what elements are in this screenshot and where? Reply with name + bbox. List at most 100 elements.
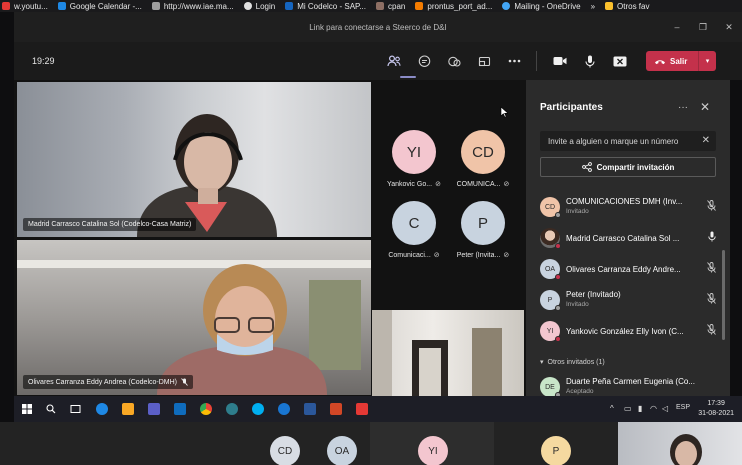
presence-indicator [555,212,561,218]
share-invitation-button[interactable]: Compartir invitación [540,157,716,177]
chat-button[interactable] [414,51,434,71]
skype-icon[interactable] [252,403,264,415]
rooms-button[interactable] [474,51,494,71]
bookmark-mi-codelco[interactable]: Mi Codelco - SAP... [285,2,366,11]
camera-icon [553,57,567,65]
microphone-muted-icon: ⊘ [503,181,510,188]
participant-row[interactable]: P Peter (Invitado) Invitado [536,285,722,316]
bookmark-youtube[interactable]: w.youtu... [2,2,48,11]
search-icon[interactable] [46,404,56,414]
microphone-button[interactable] [580,51,600,71]
chevron-up-icon[interactable]: ^ [610,404,614,413]
participant-tile-p[interactable]: P Peter (Invita... ⊘ [449,201,517,259]
invite-search-input[interactable]: Invite a alguien o marque un número ✕ [540,131,716,151]
participant-name: Duarte Peña Carmen Eugenia (Co... [566,377,695,386]
avatar[interactable]: YI [418,436,448,465]
participant-tile-cd[interactable]: CD COMUNICA... ⊘ [449,130,517,188]
network-icon[interactable]: ▭ [624,404,632,413]
leave-button[interactable]: Salir ▾ [646,51,716,71]
word-icon[interactable] [304,403,316,415]
avatar: CD [461,130,505,174]
reactions-button[interactable] [444,51,464,71]
outlook-icon[interactable] [174,403,186,415]
microphone-muted-icon: ⊘ [433,252,440,259]
video-tile-catalina[interactable]: Madrid Carrasco Catalina Sol (Codelco-Ca… [17,82,371,237]
participants-button[interactable] [384,51,404,71]
window-title: Link para conectarse a Steerco de D&I [309,22,447,32]
screen: w.youtu... Google Calendar -... http://w… [0,0,742,465]
acrobat-icon[interactable] [356,403,368,415]
windows-start-icon[interactable] [22,404,32,414]
wifi-icon[interactable]: ◠ [650,404,657,413]
cloud-favicon-icon [502,2,511,10]
share-screen-button[interactable] [610,51,630,71]
bookmark-cpan[interactable]: cpan [376,2,405,11]
participants-active-indicator [400,76,416,78]
avatar[interactable]: CD [270,436,300,465]
meeting-toolbar: 19:29 Salir ▾ [14,42,742,80]
rooms-icon [478,56,490,66]
volume-icon[interactable]: ◁ [662,404,668,413]
edge-icon[interactable] [96,403,108,415]
participant-name: Yankovic González Elly Ivon (C... [566,327,684,336]
tile-name: Comunicaci... ⊘ [388,251,440,260]
internet-explorer-icon[interactable] [278,403,290,415]
chat-icon [418,54,430,67]
tile-name: Peter (Invita... ⊘ [456,251,510,260]
ellipsis-icon [508,59,520,63]
bookmark-google-calendar[interactable]: Google Calendar -... [57,2,142,11]
camera-button[interactable] [550,51,570,71]
participant-tile-yi[interactable]: YI Yankovic Go... ⊘ [380,130,448,188]
avatar[interactable]: OA [327,436,357,465]
file-explorer-icon[interactable] [122,403,134,415]
presence-indicator [555,336,561,342]
microphone-muted-icon [707,200,716,211]
clear-input-icon[interactable]: ✕ [702,135,710,146]
app-icon[interactable] [226,403,238,415]
hang-up-icon [655,60,665,65]
bookmarks-overflow-button[interactable]: » [591,2,595,11]
panel-close-button[interactable]: ✕ [700,100,710,114]
bookmark-onedrive[interactable]: Mailing - OneDrive [502,2,581,11]
language-indicator[interactable]: ESP [676,404,690,411]
microphone-muted-icon: ⊘ [435,181,441,188]
panel-more-button[interactable]: ··· [678,102,688,113]
tile-name: COMUNICA... ⊘ [456,180,510,189]
participant-row[interactable]: OA Olivares Carranza Eddy Andre... [536,254,722,285]
bookmark-favicon-icon [2,2,10,10]
more-actions-button[interactable] [504,51,524,71]
self-preview-video[interactable] [372,310,524,396]
participant-row[interactable]: YI Yankovic González Elly Ivon (C... [536,316,722,347]
bookmark-other-favorites[interactable]: Otros fav [605,2,649,11]
panel-title: Participantes [540,102,603,113]
battery-icon[interactable]: ▮ [638,404,642,413]
participant-name: Madrid Carrasco Catalina Sol ... [566,234,680,243]
bookmark-prontus[interactable]: prontus_port_ad... [415,2,492,11]
minimize-button[interactable]: – [664,22,690,32]
leave-label: Salir [670,56,688,66]
avatar[interactable]: P [541,436,571,465]
bookmark-login[interactable]: Login [243,2,275,11]
bookmark-iae[interactable]: http://www.iae.ma... [151,2,234,11]
calendar-favicon-icon [57,2,66,10]
close-window-button[interactable]: ✕ [716,22,742,33]
clock[interactable]: 17:39 31-08-2021 [698,399,734,419]
participant-row[interactable]: Madrid Carrasco Catalina Sol ... [536,223,722,254]
chrome-icon[interactable] [200,403,212,415]
teams-icon[interactable] [148,403,160,415]
participants-panel: Participantes ··· ✕ Invite a alguien o m… [526,80,730,398]
task-view-icon[interactable] [70,404,81,414]
participant-video-silhouette [137,114,277,237]
participant-tile-c[interactable]: C Comunicaci... ⊘ [380,201,448,259]
restore-button[interactable]: ❐ [690,22,716,33]
other-invited-toggle[interactable]: ▾ Otros invitados (1) [540,358,605,367]
microphone-icon [708,231,716,242]
participant-row[interactable]: CD COMUNICACIONES DMH (Inv... Invitado [536,192,722,223]
video-tile-eddy[interactable]: Olivares Carranza Eddy Andrea (Codelco-D… [17,240,371,395]
panel-scrollbar[interactable] [722,250,725,340]
leave-options-chevron-icon[interactable]: ▾ [698,51,716,71]
gallery-video-tile[interactable] [618,422,742,465]
participants-list: CD COMUNICACIONES DMH (Inv... Invitado M… [536,192,722,347]
avatar: P [540,290,561,311]
powerpoint-icon[interactable] [330,403,342,415]
